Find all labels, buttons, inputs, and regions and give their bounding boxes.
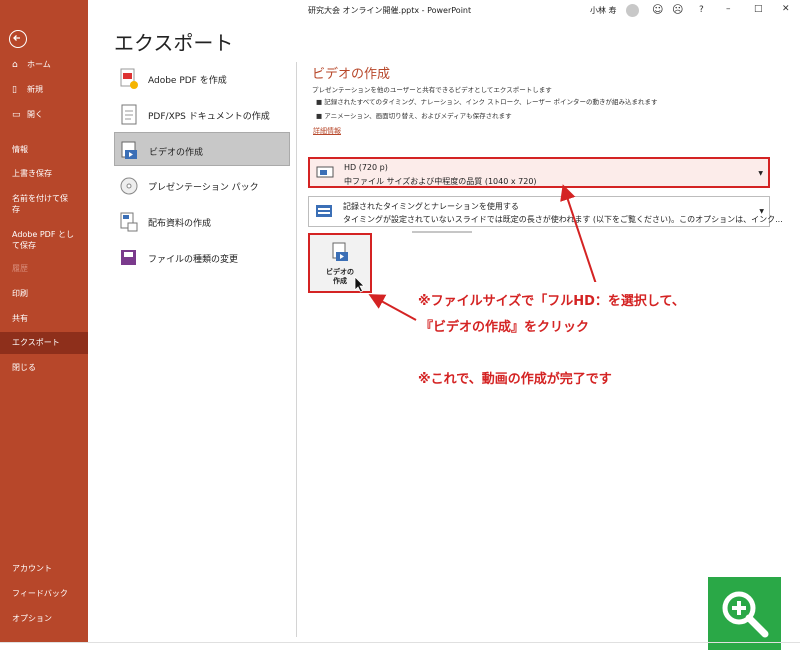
zoom-in-icon — [722, 591, 769, 638]
bottom-divider — [0, 642, 800, 643]
zoom-button[interactable] — [708, 577, 781, 650]
annotation-line: 『ビデオの作成』をクリック — [420, 320, 590, 335]
annotation-line: ※これで、動画の作成が完了です — [418, 372, 612, 387]
annotation-box: ※ファイルサイズで「フルHD：を選択して、 『ビデオの作成』をクリック ※これで… — [418, 282, 736, 406]
annotation-line: ※ファイルサイズで「フルHD：を選択して、 — [418, 294, 685, 309]
